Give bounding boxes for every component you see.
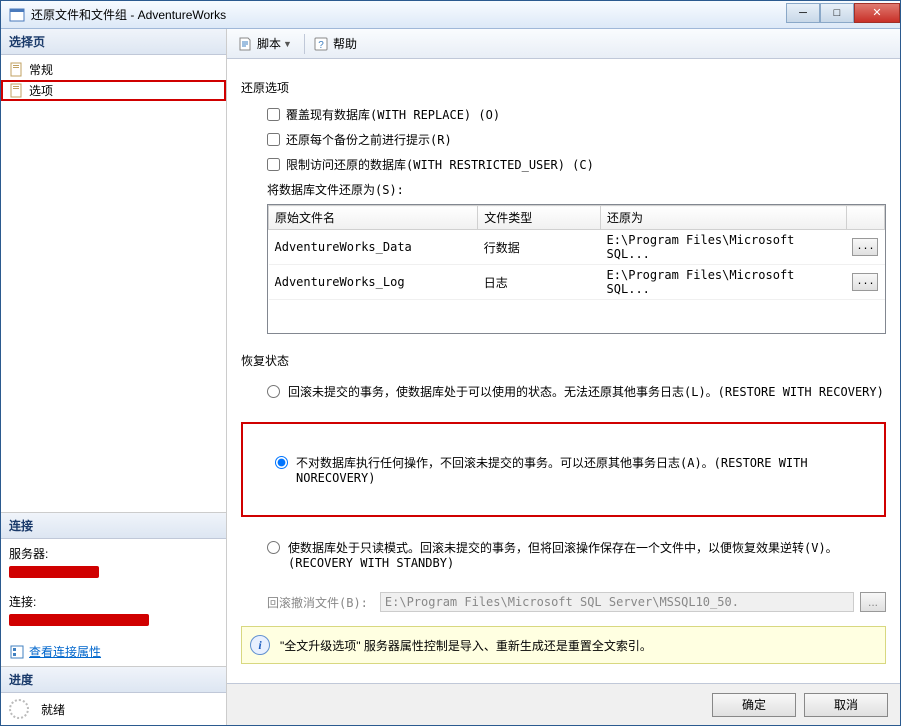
progress-spinner-icon [9,699,29,719]
rollback-file-row: 回滚撤消文件(B): ... [267,592,886,612]
connection-value [1,612,226,631]
connection-label: 连接: [1,591,226,612]
progress-section: 进度 就绪 [1,666,226,725]
radio-recovery[interactable] [267,385,280,398]
restore-options-group: 覆盖现有数据库(WITH REPLACE) (O) 还原每个备份之前进行提示(R… [267,106,886,334]
maximize-button[interactable]: □ [820,3,854,23]
help-icon: ? [313,36,329,52]
svg-text:?: ? [318,40,324,51]
sidebar-item-label: 选项 [29,82,53,99]
col-header-original[interactable]: 原始文件名 [269,206,478,230]
toolbar-separator [304,34,305,54]
cancel-button[interactable]: 取消 [804,693,888,717]
cell-type: 日志 [478,265,601,300]
select-page-header: 选择页 [1,29,226,55]
tool-label: 帮助 [333,35,357,52]
info-bar: i "全文升级选项" 服务器属性控制是导入、重新生成还是重置全文索引。 [241,626,886,664]
overwrite-label: 覆盖现有数据库(WITH REPLACE) (O) [286,106,500,123]
server-value [1,564,226,583]
rollback-browse-button: ... [860,592,886,612]
sidebar-item-options[interactable]: 选项 [1,80,226,101]
browse-button[interactable]: ... [852,238,878,256]
radio-norecovery-label: 不对数据库执行任何操作，不回滚未提交的事务。可以还原其他事务日志(A)。(RES… [296,454,876,485]
dialog-window: 还原文件和文件组 - AdventureWorks ─ □ ✕ 选择页 常规 选… [0,0,901,726]
cell-name: AdventureWorks_Log [269,265,478,300]
server-label: 服务器: [1,543,226,564]
restrict-checkbox[interactable] [267,158,280,171]
rollback-file-input [380,592,854,612]
radio-recovery-row[interactable]: 回滚未提交的事务，使数据库处于可以使用的状态。无法还原其他事务日志(L)。(RE… [267,379,886,404]
prompt-checkbox[interactable] [267,133,280,146]
radio-recovery-label: 回滚未提交的事务，使数据库处于可以使用的状态。无法还原其他事务日志(L)。(RE… [288,383,884,400]
sidebar-item-general[interactable]: 常规 [1,59,226,80]
radio-norecovery-highlight: 不对数据库执行任何操作，不回滚未提交的事务。可以还原其他事务日志(A)。(RES… [241,422,886,517]
link-label: 查看连接属性 [29,643,101,660]
button-bar: 确定 取消 [227,683,900,725]
page-icon [9,83,25,99]
rollback-label: 回滚撤消文件(B): [267,594,368,611]
content-area: 还原选项 覆盖现有数据库(WITH REPLACE) (O) 还原每个备份之前进… [227,59,900,683]
dialog-body: 选择页 常规 选项 连接 服务器: 连接: [1,29,900,725]
radio-standby-label: 使数据库处于只读模式。回滚未提交的事务，但将回滚操作保存在一个文件中，以便恢复效… [288,539,886,570]
overwrite-checkbox[interactable] [267,108,280,121]
cell-name: AdventureWorks_Data [269,230,478,265]
close-button[interactable]: ✕ [854,3,900,23]
restrict-label: 限制访问还原的数据库(WITH RESTRICTED_USER) (C) [286,156,594,173]
connection-header: 连接 [1,513,226,539]
page-icon [9,62,25,78]
sidebar: 选择页 常规 选项 连接 服务器: 连接: [1,29,227,725]
view-connection-properties-link[interactable]: 查看连接属性 [1,641,226,662]
main-panel: 脚本 ▼ ? 帮助 还原选项 覆盖现有数据库(WITH REPLACE) (O) [227,29,900,725]
radio-norecovery[interactable] [275,456,288,469]
info-icon: i [250,635,270,655]
chevron-down-icon: ▼ [283,39,292,49]
connection-section: 连接 服务器: 连接: 查看连接属性 [1,512,226,666]
script-button[interactable]: 脚本 ▼ [233,33,296,54]
cell-path: E:\Program Files\Microsoft SQL... [601,265,847,300]
progress-header: 进度 [1,667,226,693]
script-icon [237,36,253,52]
tool-label: 脚本 [257,35,281,52]
prompt-label: 还原每个备份之前进行提示(R) [286,131,452,148]
col-header-browse [846,206,884,230]
radio-standby[interactable] [267,541,280,554]
restore-options-title: 还原选项 [241,79,886,96]
radio-norecovery-row[interactable]: 不对数据库执行任何操作，不回滚未提交的事务。可以还原其他事务日志(A)。(RES… [251,450,876,489]
minimize-button[interactable]: ─ [786,3,820,23]
restore-files-table[interactable]: 原始文件名 文件类型 还原为 AdventureWorks_Data 行数据 [267,204,886,334]
table-row[interactable]: AdventureWorks_Data 行数据 E:\Program Files… [269,230,885,265]
window-title: 还原文件和文件组 - AdventureWorks [31,6,786,23]
properties-icon [9,644,25,660]
browse-button[interactable]: ... [852,273,878,291]
page-list: 常规 选项 [1,55,226,105]
progress-status: 就绪 [41,701,65,718]
col-header-restore-as[interactable]: 还原为 [601,206,847,230]
toolbar: 脚本 ▼ ? 帮助 [227,29,900,59]
radio-standby-row[interactable]: 使数据库处于只读模式。回滚未提交的事务，但将回滚操作保存在一个文件中，以便恢复效… [267,535,886,574]
cell-path: E:\Program Files\Microsoft SQL... [601,230,847,265]
cell-type: 行数据 [478,230,601,265]
recovery-state-title: 恢复状态 [241,352,886,369]
sidebar-item-label: 常规 [29,61,53,78]
col-header-type[interactable]: 文件类型 [478,206,601,230]
ok-button[interactable]: 确定 [712,693,796,717]
app-icon [9,7,25,23]
restore-as-label: 将数据库文件还原为(S): [267,181,886,198]
info-text: "全文升级选项" 服务器属性控制是导入、重新生成还是重置全文索引。 [280,637,652,654]
window-controls: ─ □ ✕ [786,7,900,23]
help-button[interactable]: ? 帮助 [309,33,361,54]
titlebar: 还原文件和文件组 - AdventureWorks ─ □ ✕ [1,1,900,29]
table-row[interactable]: AdventureWorks_Log 日志 E:\Program Files\M… [269,265,885,300]
